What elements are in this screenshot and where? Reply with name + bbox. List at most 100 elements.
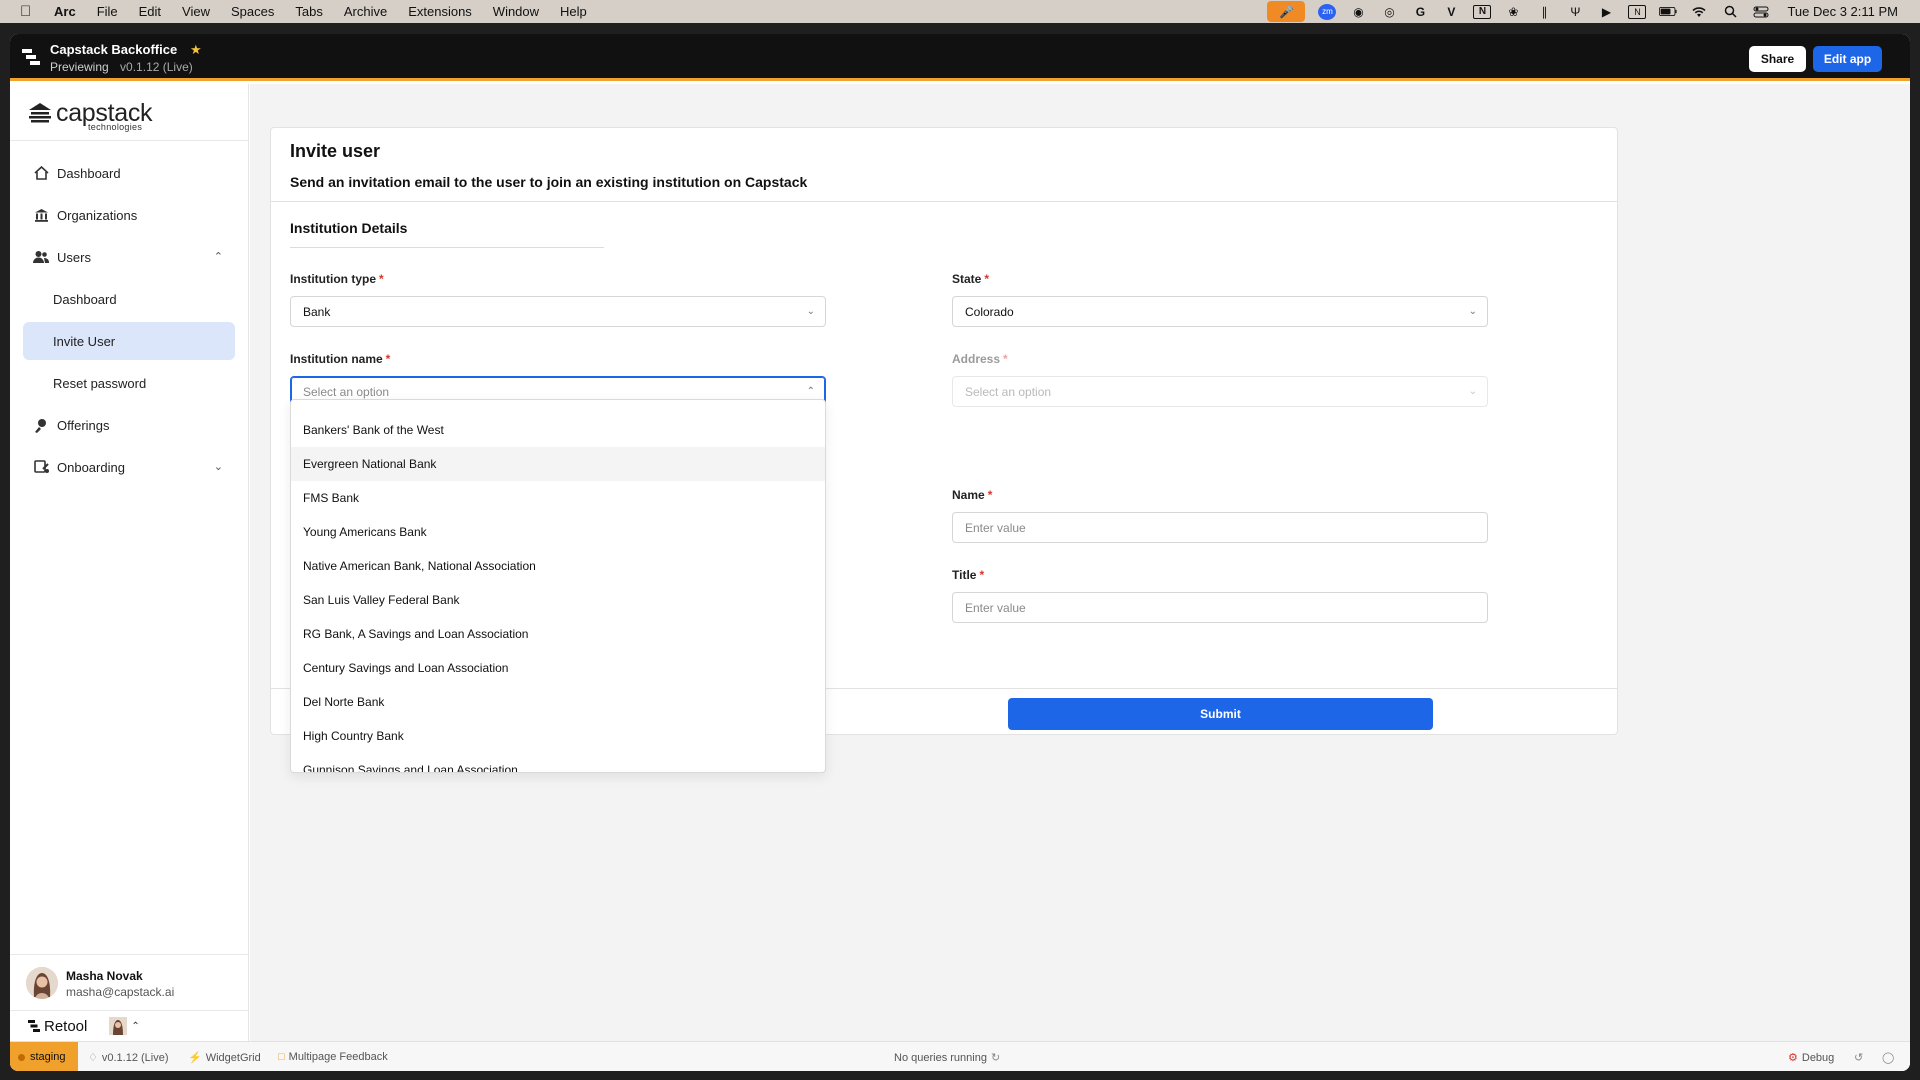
microphone-icon[interactable]: 🎤 [1267, 1, 1306, 22]
sidebar-item-reset-password[interactable]: Reset password [23, 364, 235, 402]
sidebar-item-label: Dashboard [53, 291, 117, 307]
dropdown-option[interactable]: San Luis Valley Federal Bank [291, 583, 825, 617]
zoom-icon[interactable]: zm [1318, 3, 1337, 20]
play-icon[interactable]: ▶ [1597, 5, 1615, 19]
dropdown-option[interactable]: Del Norte Bank [291, 685, 825, 719]
sidebar-item-dashboard[interactable]: Dashboard [23, 154, 235, 192]
control-center-icon[interactable] [1752, 5, 1770, 19]
history-icon[interactable]: ↺ [1854, 1051, 1863, 1064]
submit-button[interactable]: Submit [1008, 698, 1433, 730]
wifi-icon[interactable] [1690, 5, 1708, 19]
select-placeholder: Select an option [303, 384, 390, 399]
dropdown-option[interactable]: Bankers' Bank of the West [291, 413, 825, 447]
sidebar-item-organizations[interactable]: Organizations [23, 196, 235, 234]
apple-icon[interactable]:  [20, 3, 36, 20]
dropdown-option[interactable]: FMS Bank [291, 481, 825, 515]
name-input[interactable]: Enter value [952, 512, 1488, 543]
chevron-down-icon[interactable]: ⌄ [214, 460, 223, 473]
menu-view[interactable]: View [182, 4, 210, 19]
environment-badge[interactable]: staging [10, 1042, 78, 1071]
field-label-text: Address [952, 352, 1001, 366]
chevron-up-icon[interactable]: ⌃ [131, 1021, 139, 1032]
share-button[interactable]: Share [1749, 46, 1806, 72]
state-label: State * [952, 272, 989, 286]
small-avatar[interactable] [109, 1017, 128, 1035]
menu-file[interactable]: File [97, 4, 118, 19]
chevron-down-icon: ⌄ [1468, 306, 1477, 317]
name-label: Name * [952, 488, 992, 502]
dropdown-option[interactable]: Century Savings and Loan Association [291, 651, 825, 685]
field-label-text: Institution name [290, 352, 383, 366]
state-select[interactable]: Colorado ⌄ [952, 296, 1488, 327]
address-select[interactable]: Select an option ⌄ [952, 376, 1488, 407]
star-icon[interactable]: ★ [190, 42, 202, 58]
status-feedback[interactable]: □ Multipage Feedback [278, 1051, 388, 1063]
menu-window[interactable]: Window [493, 4, 539, 19]
user-name: Masha Novak [66, 969, 143, 983]
edit-app-button[interactable]: Edit app [1813, 46, 1882, 72]
status-version-label: v0.1.12 (Live) [101, 1051, 169, 1064]
status-version[interactable]: ♢ v0.1.12 (Live) [88, 1051, 169, 1065]
institution-type-label: Institution type * [290, 272, 384, 286]
bars-icon[interactable]: ∥ [1535, 5, 1553, 19]
v-icon[interactable]: V [1442, 5, 1460, 19]
refresh-icon[interactable]: ↻ [991, 1051, 1000, 1064]
dropdown-option[interactable]: RG Bank, A Savings and Loan Association [291, 617, 825, 651]
chevron-up-icon[interactable]: ⌃ [214, 250, 223, 263]
menu-help[interactable]: Help [560, 4, 587, 19]
battery-icon[interactable] [1659, 5, 1678, 19]
app-version[interactable]: v0.1.12 (Live) [120, 60, 193, 74]
debug-button[interactable]: ⚙ Debug [1788, 1051, 1834, 1065]
menu-spaces[interactable]: Spaces [231, 4, 274, 19]
retool-logo[interactable]: Retool [28, 1018, 87, 1035]
users-icon [33, 249, 49, 265]
grammarly-icon[interactable]: ◉ [1349, 5, 1367, 19]
status-widget-label: WidgetGrid [205, 1051, 261, 1064]
g-icon[interactable]: G [1411, 5, 1429, 19]
notion-icon[interactable]: N [1473, 4, 1492, 19]
sidebar-item-invite-user[interactable]: Invite User [23, 322, 235, 360]
n-box-icon[interactable]: N [1628, 4, 1647, 19]
dropdown-option[interactable]: Young Americans Bank [291, 515, 825, 549]
search-icon[interactable] [1721, 5, 1739, 19]
chevron-down-icon: ⌄ [806, 306, 815, 317]
retool-app-icon[interactable] [22, 49, 40, 65]
menu-arc[interactable]: Arc [54, 4, 76, 19]
antenna-icon[interactable]: Ψ [1566, 5, 1584, 19]
dropdown-option[interactable]: Native American Bank, National Associati… [291, 549, 825, 583]
status-widgetgrid[interactable]: ⚡ WidgetGrid [188, 1051, 261, 1065]
dropdown-option[interactable]: High Country Bank [291, 719, 825, 753]
sidebar-item-onboarding[interactable]: Onboarding ⌄ [23, 448, 235, 486]
menu-tabs[interactable]: Tabs [295, 4, 322, 19]
copilot-icon[interactable]: ◎ [1380, 5, 1398, 19]
institution-type-select[interactable]: Bank ⌄ [290, 296, 826, 327]
page-title: Invite user [290, 141, 381, 161]
menu-extensions[interactable]: Extensions [408, 4, 472, 19]
menu-archive[interactable]: Archive [344, 4, 387, 19]
settings-icon[interactable]: ◯ [1882, 1051, 1894, 1064]
avatar[interactable] [26, 967, 58, 999]
capstack-logo[interactable]: capstack technologies [28, 96, 153, 132]
menubar-clock[interactable]: Tue Dec 3 2:11 PM [1787, 4, 1898, 19]
title-input[interactable]: Enter value [952, 592, 1488, 623]
preview-mode: Previewing [50, 60, 109, 74]
title-label: Title * [952, 568, 984, 582]
app-title: Capstack Backoffice [50, 42, 178, 57]
menu-edit[interactable]: Edit [139, 4, 161, 19]
sidebar-item-users-dashboard[interactable]: Dashboard [23, 280, 235, 318]
address-label: Address * [952, 352, 1008, 366]
sidebar-item-offerings[interactable]: Offerings [23, 406, 235, 444]
dropdown-option-hovered[interactable]: Evergreen National Bank [291, 447, 825, 481]
institution-name-dropdown[interactable]: Bankers' Bank of the West Evergreen Nati… [290, 399, 826, 773]
current-user[interactable]: Masha Novak masha@capstack.ai [10, 954, 249, 1010]
header-divider [271, 201, 1617, 202]
retool-footer: Retool ⌃ [10, 1010, 249, 1041]
env-dot-icon [18, 1053, 25, 1061]
openai-icon[interactable]: ❀ [1504, 5, 1522, 19]
tag-icon: ♢ [88, 1052, 98, 1064]
sidebar-item-label: Users [57, 249, 91, 265]
dropdown-option[interactable]: Gunnison Savings and Loan Association [291, 753, 825, 772]
sidebar-item-users[interactable]: Users ⌃ [23, 238, 235, 276]
home-icon [33, 165, 49, 181]
section-title: Institution Details [290, 220, 408, 236]
